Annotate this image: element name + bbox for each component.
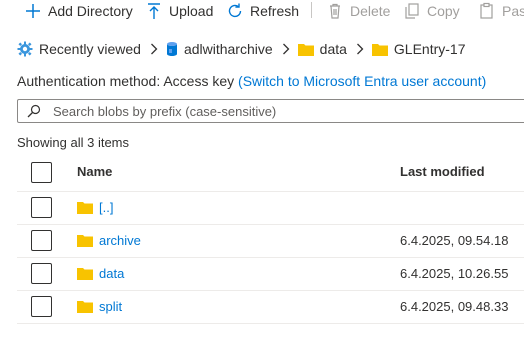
auth-label: Authentication method: bbox=[17, 73, 161, 89]
row-name-link[interactable]: archive bbox=[99, 233, 141, 248]
row-name-link[interactable]: split bbox=[99, 299, 122, 314]
paste-icon bbox=[480, 2, 493, 19]
column-header-modified[interactable]: Last modified bbox=[400, 164, 485, 179]
upload-button[interactable]: Upload bbox=[145, 0, 213, 22]
auth-value: Access key bbox=[163, 73, 235, 89]
table-row[interactable]: data 6.4.2025, 10.26.55 bbox=[17, 258, 524, 291]
folder-icon bbox=[77, 301, 93, 313]
breadcrumb-account[interactable]: adlwitharchive bbox=[166, 41, 273, 57]
chevron-right-icon bbox=[150, 43, 158, 55]
select-all-checkbox[interactable] bbox=[31, 162, 52, 183]
upload-label: Upload bbox=[169, 3, 214, 19]
copy-button[interactable]: Copy bbox=[403, 0, 460, 22]
table-row[interactable]: [..] bbox=[17, 192, 524, 225]
row-modified: 6.4.2025, 10.26.55 bbox=[400, 266, 509, 281]
refresh-label: Refresh bbox=[250, 3, 300, 19]
breadcrumb-folder-label: GLEntry-17 bbox=[393, 41, 466, 57]
add-directory-button[interactable]: Add Directory bbox=[24, 0, 133, 22]
breadcrumb-folder[interactable]: GLEntry-17 bbox=[371, 41, 466, 57]
breadcrumb-container-label: data bbox=[319, 41, 347, 57]
folder-icon bbox=[77, 202, 93, 214]
trash-icon bbox=[330, 3, 340, 19]
row-checkbox[interactable] bbox=[31, 296, 52, 317]
row-checkbox[interactable] bbox=[31, 230, 52, 251]
breadcrumb-container[interactable]: data bbox=[297, 41, 347, 57]
row-name-link[interactable]: data bbox=[99, 266, 124, 281]
search-icon bbox=[27, 104, 41, 118]
copy-label: Copy bbox=[427, 3, 460, 19]
folder-icon bbox=[297, 44, 314, 56]
delete-button[interactable]: Delete bbox=[326, 0, 390, 22]
upload-icon bbox=[148, 3, 160, 19]
copy-icon bbox=[405, 3, 419, 19]
row-checkbox[interactable] bbox=[31, 197, 52, 218]
folder-icon bbox=[371, 44, 388, 56]
paste-button[interactable]: Paste bbox=[478, 0, 524, 22]
chevron-right-icon bbox=[356, 43, 364, 55]
row-name-link[interactable]: [..] bbox=[99, 200, 113, 215]
authentication-method: Authentication method: Access key (Switc… bbox=[17, 73, 486, 89]
delete-label: Delete bbox=[350, 3, 391, 19]
table-row[interactable]: split 6.4.2025, 09.48.33 bbox=[17, 291, 524, 324]
recent-gear-icon bbox=[17, 41, 33, 57]
paste-label: Paste bbox=[502, 3, 524, 19]
refresh-icon bbox=[228, 3, 242, 18]
column-header-name[interactable]: Name bbox=[77, 164, 112, 179]
switch-auth-link[interactable]: (Switch to Microsoft Entra user account) bbox=[238, 73, 486, 89]
table-header: Name Last modified bbox=[17, 155, 524, 192]
breadcrumb-recent[interactable]: Recently viewed bbox=[17, 41, 141, 57]
storage-account-icon bbox=[166, 42, 177, 56]
chevron-right-icon bbox=[282, 43, 290, 55]
row-modified: 6.4.2025, 09.48.33 bbox=[400, 299, 509, 314]
folder-icon bbox=[77, 268, 93, 280]
table-row[interactable]: archive 6.4.2025, 09.54.18 bbox=[17, 225, 524, 258]
refresh-button[interactable]: Refresh bbox=[226, 0, 299, 22]
row-modified: 6.4.2025, 09.54.18 bbox=[400, 233, 509, 248]
item-count: Showing all 3 items bbox=[17, 135, 129, 150]
search-input[interactable] bbox=[53, 103, 513, 119]
search-box bbox=[17, 99, 524, 123]
command-bar: Add Directory Upload Refresh Delete Copy… bbox=[0, 0, 524, 22]
blob-table: Name Last modified [..] archive 6.4.2025… bbox=[17, 155, 524, 324]
breadcrumb-account-label: adlwitharchive bbox=[183, 41, 273, 57]
row-checkbox[interactable] bbox=[31, 263, 52, 284]
breadcrumb: Recently viewed adlwitharchive data GLEn… bbox=[17, 39, 466, 59]
add-directory-label: Add Directory bbox=[48, 3, 133, 19]
plus-icon bbox=[26, 4, 40, 18]
breadcrumb-recent-label: Recently viewed bbox=[39, 41, 141, 57]
toolbar-divider bbox=[311, 2, 312, 18]
folder-icon bbox=[77, 235, 93, 247]
